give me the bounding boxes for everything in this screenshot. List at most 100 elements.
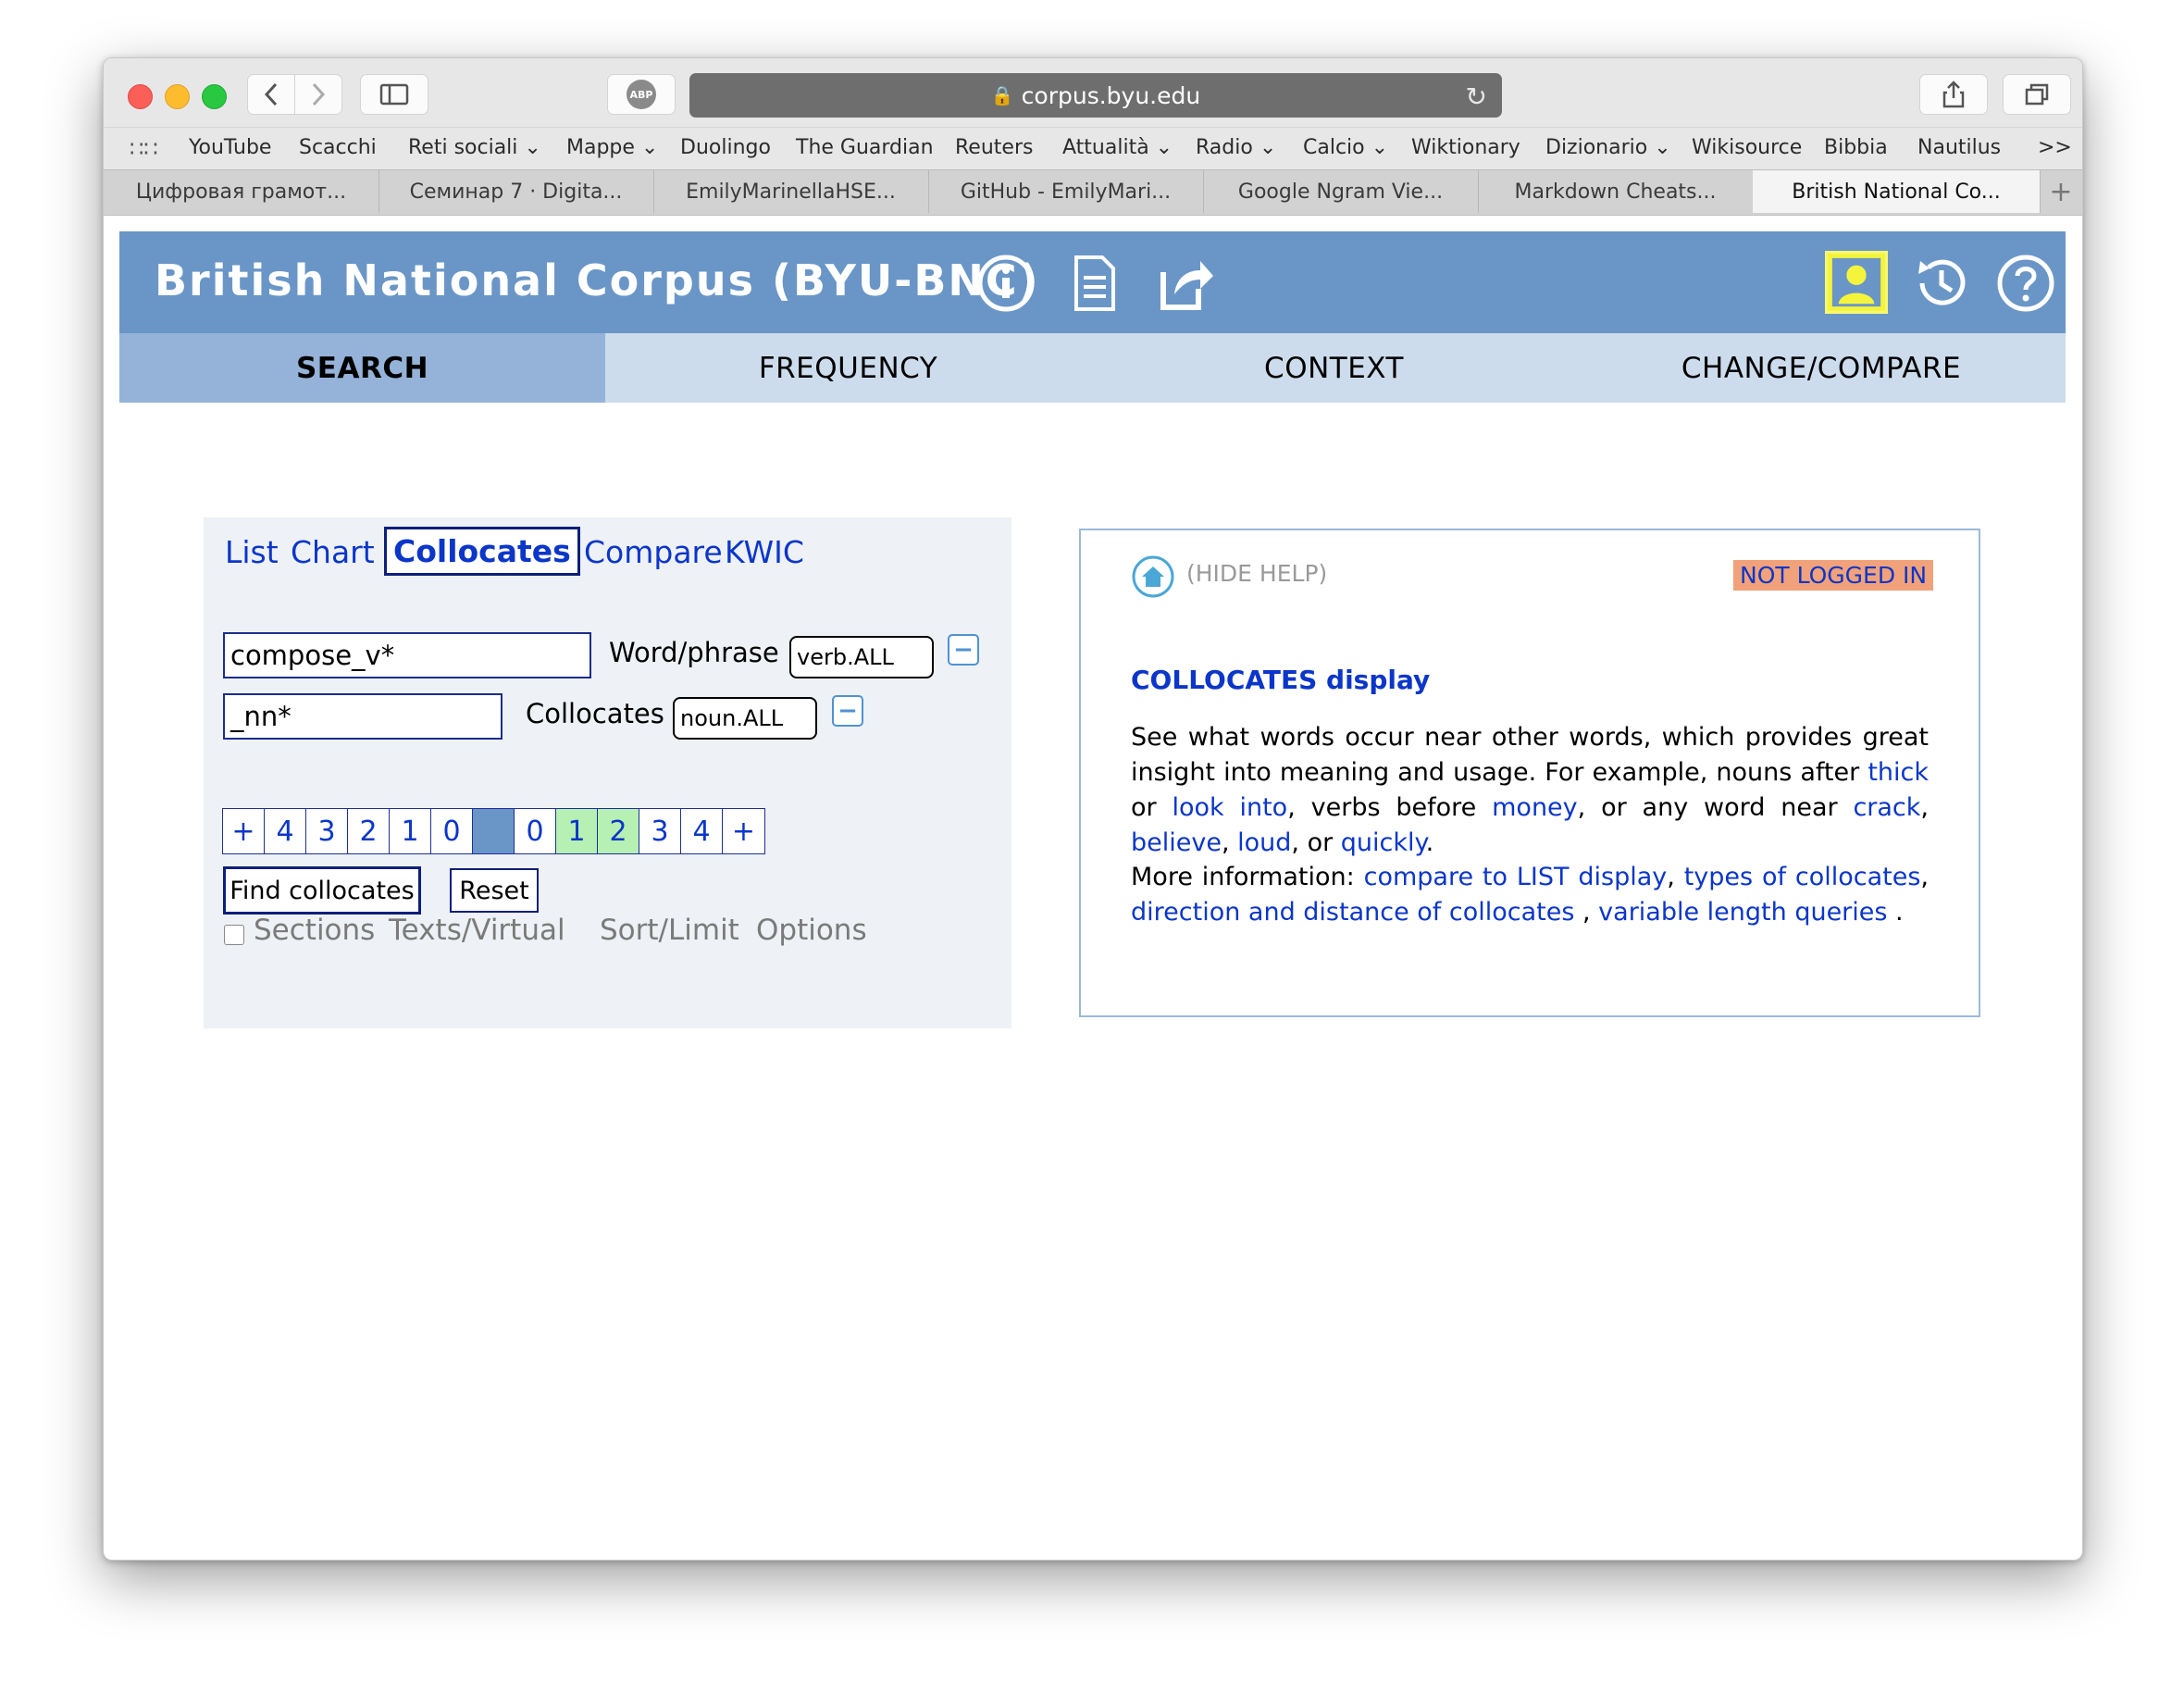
browser-tab[interactable]: GitHub - EmilyMari... xyxy=(928,170,1204,213)
mode-list[interactable]: List xyxy=(225,534,279,570)
search-panel: List Chart Collocates Compare KWIC compo… xyxy=(204,517,1011,1028)
bookmark-wiktionary[interactable]: Wiktionary xyxy=(1411,136,1520,159)
sidebar-toggle-button[interactable] xyxy=(360,74,428,115)
example-link-loud[interactable]: loud xyxy=(1237,828,1291,857)
browser-tab[interactable]: Цифровая грамот... xyxy=(104,170,379,213)
forward-button[interactable] xyxy=(294,74,342,115)
bookmark-radio[interactable]: Radio ⌄ xyxy=(1196,136,1276,159)
sort-limit-link[interactable]: Sort/Limit xyxy=(600,914,739,947)
word-phrase-input[interactable]: compose_v* xyxy=(223,632,591,678)
adblock-button[interactable]: ABP xyxy=(607,74,676,115)
bookmark-attualita[interactable]: Attualità ⌄ xyxy=(1062,136,1173,159)
span-left-4[interactable]: 4 xyxy=(265,809,306,853)
span-right-3[interactable]: 3 xyxy=(639,809,681,853)
new-tab-button[interactable]: + xyxy=(2040,170,2082,213)
example-link-money[interactable]: money xyxy=(1492,793,1578,822)
types-of-collocates-link[interactable]: types of collocates xyxy=(1684,863,1921,891)
reset-button[interactable]: Reset xyxy=(450,868,539,913)
sections-checkbox[interactable] xyxy=(224,925,244,945)
span-left-0[interactable]: 0 xyxy=(431,809,473,853)
mode-compare[interactable]: Compare xyxy=(584,534,723,570)
bookmark-nautilus[interactable]: Nautilus xyxy=(1917,136,2001,159)
help-text: , xyxy=(1920,793,1930,822)
tabs-overview-button[interactable] xyxy=(2003,74,2071,115)
bookmark-youtube[interactable]: YouTube xyxy=(189,136,271,159)
address-bar[interactable]: 🔒 corpus.byu.edu ↻ xyxy=(689,73,1502,118)
adblock-icon: ABP xyxy=(627,80,656,109)
example-link-quickly[interactable]: quickly xyxy=(1341,828,1426,857)
home-icon[interactable] xyxy=(1131,554,1175,599)
help-text: More information: xyxy=(1131,863,1364,891)
zoom-window-button[interactable] xyxy=(202,84,227,109)
sections-link[interactable]: Sections xyxy=(254,914,375,947)
reload-icon[interactable]: ↻ xyxy=(1466,81,1487,112)
browser-tab[interactable]: Markdown Cheats... xyxy=(1478,170,1754,213)
find-collocates-button[interactable]: Find collocates xyxy=(223,866,421,915)
bookmark-bibbia[interactable]: Bibbia xyxy=(1824,136,1888,159)
span-left-3[interactable]: 3 xyxy=(306,809,348,853)
help-icon[interactable] xyxy=(1996,254,2055,313)
hide-help-link[interactable]: (HIDE HELP) xyxy=(1186,560,1327,587)
bookmark-calcio[interactable]: Calcio ⌄ xyxy=(1303,136,1388,159)
browser-tab[interactable]: Семинар 7 · Digita... xyxy=(378,170,654,213)
collocate-input[interactable]: _nn* xyxy=(223,693,503,740)
span-extend-left-button[interactable]: + xyxy=(223,809,265,853)
bookmark-wikisource[interactable]: Wikisource xyxy=(1692,136,1802,159)
example-link-look-into[interactable]: look into xyxy=(1172,793,1287,822)
span-right-2[interactable]: 2 xyxy=(598,809,639,853)
bookmark-reti-sociali[interactable]: Reti sociali ⌄ xyxy=(408,136,541,159)
span-left-1[interactable]: 1 xyxy=(390,809,431,853)
example-link-believe[interactable]: believe xyxy=(1131,828,1222,857)
span-right-4[interactable]: 4 xyxy=(681,809,723,853)
nav-change-compare[interactable]: CHANGE/COMPARE xyxy=(1577,333,2066,403)
span-right-1[interactable]: 1 xyxy=(556,809,598,853)
bookmark-mappe[interactable]: Mappe ⌄ xyxy=(566,136,658,159)
history-icon[interactable] xyxy=(1911,254,1970,313)
mode-collocates[interactable]: Collocates xyxy=(384,527,580,576)
span-right-0[interactable]: 0 xyxy=(515,809,556,853)
bookmark-scacchi[interactable]: Scacchi xyxy=(299,136,377,159)
back-button[interactable] xyxy=(247,74,295,115)
nav-frequency[interactable]: FREQUENCY xyxy=(605,333,1091,403)
options-link[interactable]: Options xyxy=(756,914,867,947)
bookmark-duolingo[interactable]: Duolingo xyxy=(680,136,771,159)
bookmark-dizionario[interactable]: Dizionario ⌄ xyxy=(1545,136,1671,159)
bookmark-the-guardian[interactable]: The Guardian xyxy=(796,136,934,159)
external-link-icon[interactable] xyxy=(1156,254,1215,313)
minimize-window-button[interactable] xyxy=(165,84,190,109)
collocates-label: Collocates xyxy=(526,698,664,729)
direction-distance-link[interactable]: direction and distance of collocates xyxy=(1131,898,1574,927)
span-left-2[interactable]: 2 xyxy=(348,809,390,853)
help-text: , or any word near xyxy=(1577,793,1854,822)
collocate-pos-collapse-button[interactable]: − xyxy=(832,695,863,727)
close-window-button[interactable] xyxy=(128,84,153,109)
browser-tab-active[interactable]: British National Co... xyxy=(1753,170,2041,213)
collocate-pos-field[interactable]: noun.ALL xyxy=(673,697,817,740)
help-text: , verbs before xyxy=(1287,793,1493,822)
site-header: British National Corpus (BYU-BNC) xyxy=(119,231,2066,333)
bookmarks-overflow-button[interactable]: >> xyxy=(2038,136,2072,159)
share-button[interactable] xyxy=(1919,74,1988,115)
bookmark-reuters[interactable]: Reuters xyxy=(955,136,1033,159)
document-icon[interactable] xyxy=(1065,254,1124,313)
word-pos-collapse-button[interactable]: − xyxy=(948,634,979,666)
mode-chart[interactable]: Chart xyxy=(291,534,375,570)
browser-tab[interactable]: EmilyMarinellaHSE... xyxy=(653,170,929,213)
example-link-crack[interactable]: crack xyxy=(1853,793,1920,822)
compare-to-list-link[interactable]: compare to LIST display xyxy=(1364,863,1668,891)
info-icon[interactable] xyxy=(976,254,1036,313)
texts-virtual-link[interactable]: Texts/Virtual xyxy=(389,914,565,947)
variable-length-queries-link[interactable]: variable length queries xyxy=(1598,898,1887,927)
help-more-info: More information: compare to LIST displa… xyxy=(1131,860,1929,930)
nav-search[interactable]: SEARCH xyxy=(119,333,605,403)
nav-context[interactable]: CONTEXT xyxy=(1091,333,1577,403)
chevron-right-icon xyxy=(312,82,326,106)
span-extend-right-button[interactable]: + xyxy=(723,809,764,853)
word-pos-field[interactable]: verb.ALL xyxy=(789,636,934,678)
mode-kwic[interactable]: KWIC xyxy=(725,534,804,570)
apps-grid-icon[interactable]: ∷∷ xyxy=(130,136,158,162)
browser-tab[interactable]: Google Ngram Vie... xyxy=(1203,170,1479,213)
example-link-thick[interactable]: thick xyxy=(1868,758,1929,787)
user-button[interactable] xyxy=(1825,251,1888,314)
address-text: corpus.byu.edu xyxy=(1021,81,1201,109)
